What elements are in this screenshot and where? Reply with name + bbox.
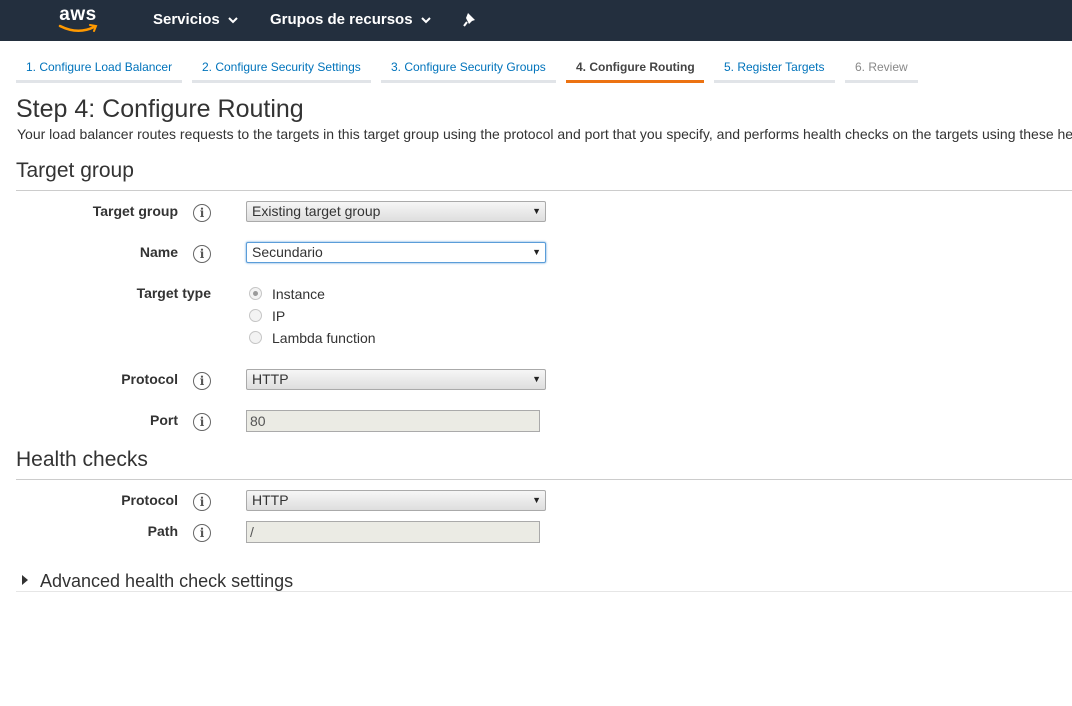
health-protocol-select[interactable]: HTTP ▼ [246,490,546,511]
target-group-name-select-value: Secundario [252,244,323,260]
health-protocol-label: Protocol [121,492,178,508]
resource-groups-menu[interactable]: Grupos de recursos [270,11,431,28]
services-menu[interactable]: Servicios [153,11,238,28]
tab-review: 6. Review [845,60,918,83]
aws-logo-text: aws [59,4,97,25]
tab-configure-routing[interactable]: 4. Configure Routing [566,60,704,83]
radio-button[interactable] [249,287,262,300]
aws-logo[interactable]: aws [56,4,100,36]
target-type-label: Target type [136,285,211,301]
dropdown-arrow-icon: ▼ [532,495,541,505]
target-group-label: Target group [92,203,178,219]
protocol-select-value: HTTP [252,371,289,387]
radio-label: IP [272,308,286,324]
name-label: Name [139,244,178,260]
radio-label: Instance [272,286,325,302]
info-icon[interactable]: i [193,524,211,542]
port-input[interactable]: 80 [246,410,540,432]
page-title: Step 4: Configure Routing [16,95,304,123]
section-divider [16,591,1072,592]
radio-label: Lambda function [272,330,376,346]
info-icon[interactable]: i [193,372,211,390]
tab-configure-security-groups[interactable]: 3. Configure Security Groups [381,60,556,83]
dropdown-arrow-icon: ▼ [532,247,541,257]
section-divider [16,479,1072,480]
health-checks-section-title: Health checks [16,448,148,471]
chevron-down-icon [420,16,431,23]
target-group-select[interactable]: Existing target group ▼ [246,201,546,222]
protocol-select[interactable]: HTTP ▼ [246,369,546,390]
tab-register-targets[interactable]: 5. Register Targets [714,60,835,83]
page-description: Your load balancer routes requests to th… [17,126,1072,142]
dropdown-arrow-icon: ▼ [532,374,541,384]
pin-icon[interactable] [462,12,478,28]
path-input[interactable]: / [246,521,540,543]
port-label: Port [150,412,178,428]
info-icon[interactable]: i [193,245,211,263]
section-divider [16,190,1072,191]
dropdown-arrow-icon: ▼ [532,206,541,216]
radio-button[interactable] [249,331,262,344]
info-icon[interactable]: i [193,413,211,431]
path-label: Path [147,523,178,539]
services-menu-label: Servicios [153,11,220,28]
info-icon[interactable]: i [193,493,211,511]
top-nav-bar: aws Servicios Grupos de recursos [0,0,1072,41]
target-group-name-select[interactable]: Secundario ▼ [246,242,546,263]
advanced-health-check-label: Advanced health check settings [40,571,294,591]
info-icon[interactable]: i [193,204,211,222]
caret-right-icon [22,575,28,585]
chevron-down-icon [228,16,238,23]
target-group-section-title: Target group [16,159,134,182]
resource-groups-menu-label: Grupos de recursos [270,11,413,28]
protocol-label: Protocol [121,371,178,387]
radio-button[interactable] [249,309,262,322]
health-protocol-select-value: HTTP [252,492,289,508]
tab-configure-load-balancer[interactable]: 1. Configure Load Balancer [16,60,182,83]
aws-smile-icon [58,24,98,32]
target-group-select-value: Existing target group [252,203,381,219]
tab-configure-security-settings[interactable]: 2. Configure Security Settings [192,60,371,83]
